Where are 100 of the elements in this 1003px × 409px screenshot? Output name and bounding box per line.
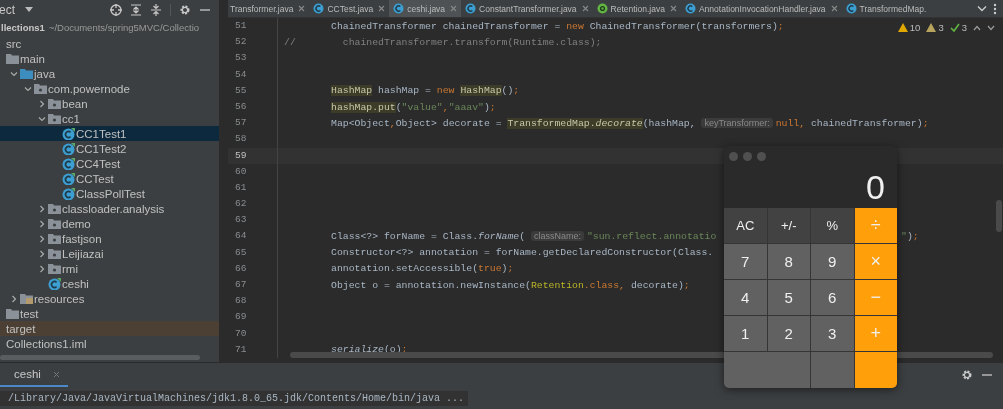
calculator-key[interactable]: AC bbox=[724, 208, 767, 243]
editor-tab[interactable]: ceshi.java bbox=[389, 0, 462, 17]
editor-tab[interactable]: AnnotationInvocationHandler.java bbox=[680, 0, 842, 17]
code-line: Object o = annotation.newInstance(Retention.class, decorate); bbox=[331, 279, 690, 291]
line-number: 58 bbox=[228, 131, 278, 148]
folder-icon bbox=[6, 52, 19, 65]
class-icon bbox=[62, 157, 75, 170]
line-number: 71 bbox=[228, 341, 278, 358]
console-output: /Library/Java/JavaVirtualMachines/jdk1.8.0_65.jdk/Contents/Home/bin/java ... bbox=[0, 391, 469, 406]
chevron-down-icon[interactable] bbox=[987, 24, 995, 31]
close-icon bbox=[52, 370, 60, 378]
chevron-right-icon[interactable] bbox=[38, 204, 46, 213]
settings-icon[interactable] bbox=[179, 3, 191, 16]
tree-item[interactable]: demo bbox=[0, 216, 219, 231]
tree-item[interactable]: CC1Test2 bbox=[0, 141, 219, 156]
code-line: HashMap hashMap = new HashMap(); bbox=[331, 85, 520, 97]
tree-item[interactable]: rmi bbox=[0, 261, 219, 276]
calculator-key[interactable]: 9 bbox=[811, 244, 854, 279]
line-number: 51 bbox=[228, 18, 278, 35]
tree-item[interactable]: cc1 bbox=[0, 111, 219, 126]
tree-item[interactable]: Collections1.iml bbox=[0, 336, 219, 351]
tree-item[interactable]: CC1Test1 bbox=[0, 126, 219, 141]
tree-item[interactable]: resources bbox=[0, 291, 219, 306]
check-icon bbox=[949, 23, 960, 32]
line-number: 53 bbox=[228, 50, 278, 67]
tree-item[interactable]: test bbox=[0, 306, 219, 321]
calculator-key[interactable]: 3 bbox=[811, 316, 854, 351]
tree-item[interactable]: fastjson bbox=[0, 231, 219, 246]
calculator-key[interactable]: % bbox=[811, 208, 854, 243]
issue-count: 3 bbox=[961, 22, 967, 33]
chevron-right-icon[interactable] bbox=[38, 249, 46, 258]
tree-item[interactable]: target bbox=[0, 321, 219, 336]
line-number: 65 bbox=[228, 244, 278, 261]
folder-icon bbox=[48, 112, 61, 125]
chevron-up-icon[interactable] bbox=[973, 24, 981, 31]
class-icon bbox=[62, 142, 75, 155]
tree-item[interactable]: CCTest bbox=[0, 171, 219, 186]
code-line: Constructor<?> annotation = forName.getDeclaredConstructor(Class. bbox=[331, 247, 714, 259]
tree-item[interactable]: ClassPollTest bbox=[0, 186, 219, 201]
chevron-down-icon[interactable] bbox=[38, 114, 46, 123]
folder-icon bbox=[20, 292, 33, 305]
editor-tab[interactable]: Retention.java bbox=[592, 0, 681, 17]
editor-tab[interactable]: Transformer.java bbox=[228, 0, 310, 17]
tree-item[interactable]: bean bbox=[0, 96, 219, 111]
tree-item[interactable]: main bbox=[0, 51, 219, 66]
tree-item[interactable]: java bbox=[0, 66, 219, 81]
calculator-key[interactable]: 5 bbox=[767, 280, 810, 315]
calculator-key[interactable]: 4 bbox=[724, 280, 767, 315]
code-line: Class<?> forName = Class.forName( className: "sun.reflect.annotatio bbox=[331, 231, 717, 243]
calculator-key[interactable]: 7 bbox=[724, 244, 767, 279]
locate-icon[interactable] bbox=[110, 3, 122, 16]
calculator-key[interactable]: 6 bbox=[811, 280, 854, 315]
scrollbar[interactable] bbox=[0, 355, 200, 360]
chevron-down-icon[interactable] bbox=[10, 69, 18, 78]
editor-tab[interactable]: ConstantTransformer.java bbox=[461, 0, 593, 17]
tree-item[interactable]: com.powernode bbox=[0, 81, 219, 96]
line-number: 70 bbox=[228, 325, 278, 342]
editor-tab[interactable]: CCTest.java bbox=[309, 0, 390, 17]
annotation-icon bbox=[596, 3, 608, 14]
calculator-display: 0 bbox=[865, 167, 886, 208]
code-line: Map<Object,Object> decorate = TransformedMap.decorate(hashMap, keyTransformer: null, chainedTransformer); bbox=[331, 117, 929, 129]
expand-all-icon[interactable] bbox=[130, 3, 142, 16]
calculator-key[interactable] bbox=[854, 352, 897, 388]
class-icon bbox=[48, 277, 61, 290]
more-icon[interactable] bbox=[993, 2, 997, 15]
chevron-right-icon[interactable] bbox=[38, 234, 46, 243]
project-path: ~/Documents/spring5MVC/Collectio bbox=[48, 22, 200, 33]
folder-icon bbox=[20, 67, 33, 80]
line-number: 69 bbox=[228, 309, 278, 326]
line-number: 61 bbox=[228, 179, 278, 197]
editor-tab[interactable]: TransformedMap. bbox=[841, 0, 931, 17]
tree-item[interactable]: Leijiazai bbox=[0, 246, 219, 261]
calculator-key[interactable]: 1 bbox=[724, 316, 767, 351]
issue-count: 3 bbox=[938, 22, 944, 33]
chevron-right-icon[interactable] bbox=[38, 99, 46, 108]
scrollbar[interactable] bbox=[996, 200, 1002, 232]
run-tab[interactable]: ceshi bbox=[0, 363, 68, 387]
line-number: 67 bbox=[228, 277, 278, 294]
panel-title[interactable]: ect bbox=[0, 2, 15, 17]
calculator-key[interactable]: +/- bbox=[767, 208, 810, 243]
calculator-key[interactable]: 8 bbox=[767, 244, 810, 279]
line-number: 54 bbox=[228, 66, 278, 83]
tree-item[interactable]: CC4Test bbox=[0, 156, 219, 171]
calculator-key[interactable]: 2 bbox=[767, 316, 810, 351]
settings-icon[interactable] bbox=[961, 369, 973, 381]
chevron-down-icon[interactable] bbox=[977, 4, 987, 13]
chevron-right-icon[interactable] bbox=[38, 219, 46, 228]
line-number: 66 bbox=[228, 260, 278, 277]
chevron-right-icon[interactable] bbox=[38, 264, 46, 273]
tree-item[interactable]: ceshi bbox=[0, 276, 219, 291]
tree-item[interactable]: classloader.analysis bbox=[0, 201, 219, 216]
line-number: 63 bbox=[228, 212, 278, 229]
code-line: ChainedTransformer chainedTransformer = new ChainedTransformer(transformers); bbox=[331, 20, 784, 32]
tree-item[interactable]: src bbox=[0, 36, 219, 51]
folder-icon bbox=[34, 82, 47, 95]
folder-icon bbox=[48, 262, 61, 275]
chevron-down-icon[interactable] bbox=[24, 84, 32, 93]
chevron-right-icon[interactable] bbox=[10, 294, 18, 303]
collapse-all-icon[interactable] bbox=[150, 3, 162, 16]
warning-icon bbox=[897, 23, 908, 32]
